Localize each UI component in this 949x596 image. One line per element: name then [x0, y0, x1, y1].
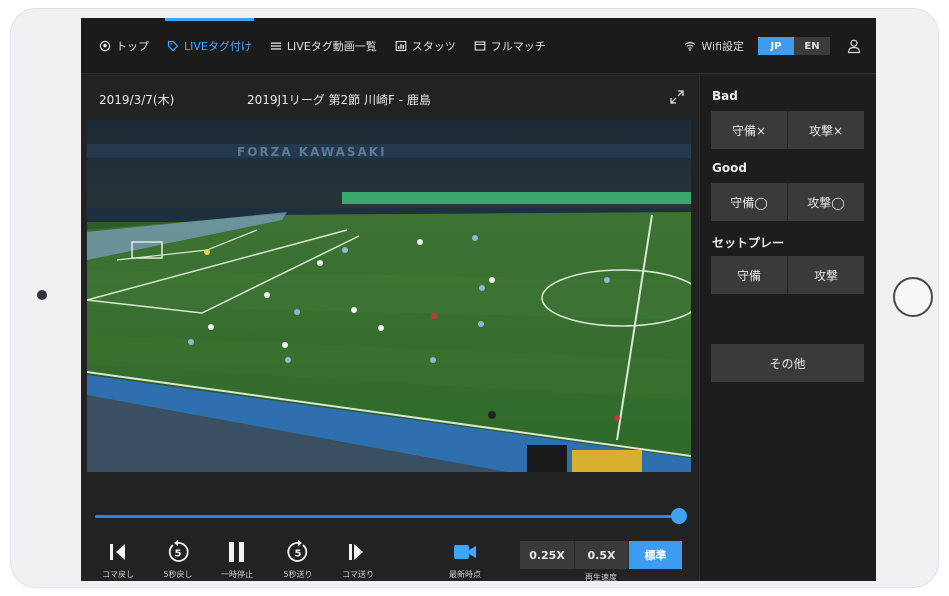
next-frame-button[interactable]: コマ送り	[333, 539, 383, 580]
pause-label: 一時停止	[221, 570, 253, 579]
rewind-5-icon: 5	[168, 540, 189, 562]
fullscreen-icon[interactable]	[669, 89, 685, 105]
nav-item-label: トップ	[116, 40, 149, 53]
seek-track[interactable]	[95, 515, 683, 518]
nav-item-full-match[interactable]: フルマッチ	[474, 18, 546, 74]
nav-item-label: フルマッチ	[490, 40, 546, 53]
forward-5-number: 5	[295, 549, 302, 560]
nav-item-live-tagging[interactable]: LIVEタグ付け	[165, 18, 254, 74]
good-section-title: Good	[712, 161, 747, 175]
match-title: 2019J1リーグ 第2節 川崎F - 鹿島	[247, 93, 431, 107]
tag-panel: Bad 守備× 攻撃× Good 守備◯ 攻撃◯ セットプレー 守備 攻撃 その…	[699, 75, 876, 581]
nav-item-label: LIVEタグ付け	[184, 40, 252, 53]
speed-05-button[interactable]: 0.5X	[574, 541, 628, 569]
rewind-5s-label: 5秒戻し	[163, 570, 193, 579]
speed-selector: 0.25X 0.5X 標準	[520, 541, 682, 569]
good-defense-button[interactable]: 守備◯	[711, 183, 787, 221]
prev-frame-button[interactable]: コマ戻し	[93, 539, 143, 580]
wifi-settings-link[interactable]: Wifi設定	[684, 38, 744, 54]
speed-025-button[interactable]: 0.25X	[520, 541, 574, 569]
setplay-button-group: 守備 攻撃	[711, 256, 864, 294]
nav-item-label: LIVEタグ動画一覧	[286, 40, 377, 53]
camera-icon	[37, 290, 47, 300]
nav-item-stats[interactable]: スタッツ	[395, 18, 456, 74]
wifi-settings-label: Wifi設定	[701, 40, 744, 53]
latest-point-label: 最新時点	[449, 570, 481, 579]
good-button-group: 守備◯ 攻撃◯	[711, 183, 864, 221]
bad-attack-button[interactable]: 攻撃×	[787, 111, 864, 149]
nav-item-label: スタッツ	[411, 40, 456, 53]
rewind-5s-button[interactable]: 5 5秒戻し	[153, 539, 203, 580]
seek-bar[interactable]	[95, 507, 687, 527]
other-button[interactable]: その他	[711, 344, 864, 382]
language-toggle: JP EN	[758, 37, 830, 55]
soccer-field-image: FORZA KAWASAKI	[87, 120, 691, 472]
lang-en-button[interactable]: EN	[794, 37, 830, 55]
film-icon	[474, 40, 486, 52]
forward-5s-label: 5秒送り	[283, 570, 313, 579]
step-back-icon	[110, 544, 125, 560]
top-nav-bar: トップ LIVEタグ付け LIVEタグ動画一覧 スタッツ フルマッチ Wifi設…	[81, 18, 876, 74]
setplay-attack-button[interactable]: 攻撃	[787, 256, 864, 294]
pause-icon	[229, 542, 244, 562]
pause-button[interactable]: 一時停止	[212, 539, 262, 580]
stadium-banner: FORZA KAWASAKI	[237, 145, 387, 159]
forward-5-icon: 5	[287, 540, 308, 562]
setplay-defense-button[interactable]: 守備	[711, 256, 787, 294]
speed-normal-button[interactable]: 標準	[628, 541, 682, 569]
video-frame[interactable]: FORZA KAWASAKI	[87, 120, 691, 472]
prev-frame-label: コマ戻し	[102, 570, 134, 579]
latest-point-button[interactable]: 最新時点	[440, 539, 490, 580]
user-icon[interactable]	[846, 38, 862, 54]
bad-button-group: 守備× 攻撃×	[711, 111, 864, 149]
seek-handle[interactable]	[671, 508, 687, 524]
list-icon	[270, 40, 282, 52]
playback-controls: コマ戻し 5 5秒戻し 一時停止 5 5秒送り コマ送り 最新時点 0.25X …	[81, 535, 698, 581]
app-screen: トップ LIVEタグ付け LIVEタグ動画一覧 スタッツ フルマッチ Wifi設…	[81, 18, 876, 581]
main-nav: トップ LIVEタグ付け LIVEタグ動画一覧 スタッツ フルマッチ	[99, 18, 546, 74]
wifi-icon	[685, 41, 696, 51]
top-right-tools: Wifi設定 JP EN	[684, 18, 862, 74]
football-icon	[99, 40, 111, 52]
tag-icon	[167, 40, 179, 52]
nav-item-top[interactable]: トップ	[99, 18, 149, 74]
setplay-section-title: セットプレー	[712, 236, 785, 250]
good-attack-button[interactable]: 攻撃◯	[787, 183, 864, 221]
bad-section-title: Bad	[712, 89, 738, 103]
nav-item-live-tag-videos[interactable]: LIVEタグ動画一覧	[270, 18, 377, 74]
step-forward-icon	[349, 544, 363, 560]
video-camera-icon	[454, 545, 476, 559]
match-date: 2019/3/7(木)	[99, 93, 175, 107]
next-frame-label: コマ送り	[342, 570, 374, 579]
speed-label: 再生速度	[585, 573, 617, 581]
rewind-5-number: 5	[175, 549, 182, 560]
bad-defense-button[interactable]: 守備×	[711, 111, 787, 149]
forward-5s-button[interactable]: 5 5秒送り	[273, 539, 323, 580]
lang-jp-button[interactable]: JP	[758, 37, 794, 55]
player-area: 2019/3/7(木) 2019J1リーグ 第2節 川崎F - 鹿島 FORZA…	[81, 75, 698, 581]
home-button[interactable]	[893, 277, 933, 317]
stats-icon	[395, 40, 407, 52]
match-info-row: 2019/3/7(木) 2019J1リーグ 第2節 川崎F - 鹿島	[99, 89, 689, 109]
